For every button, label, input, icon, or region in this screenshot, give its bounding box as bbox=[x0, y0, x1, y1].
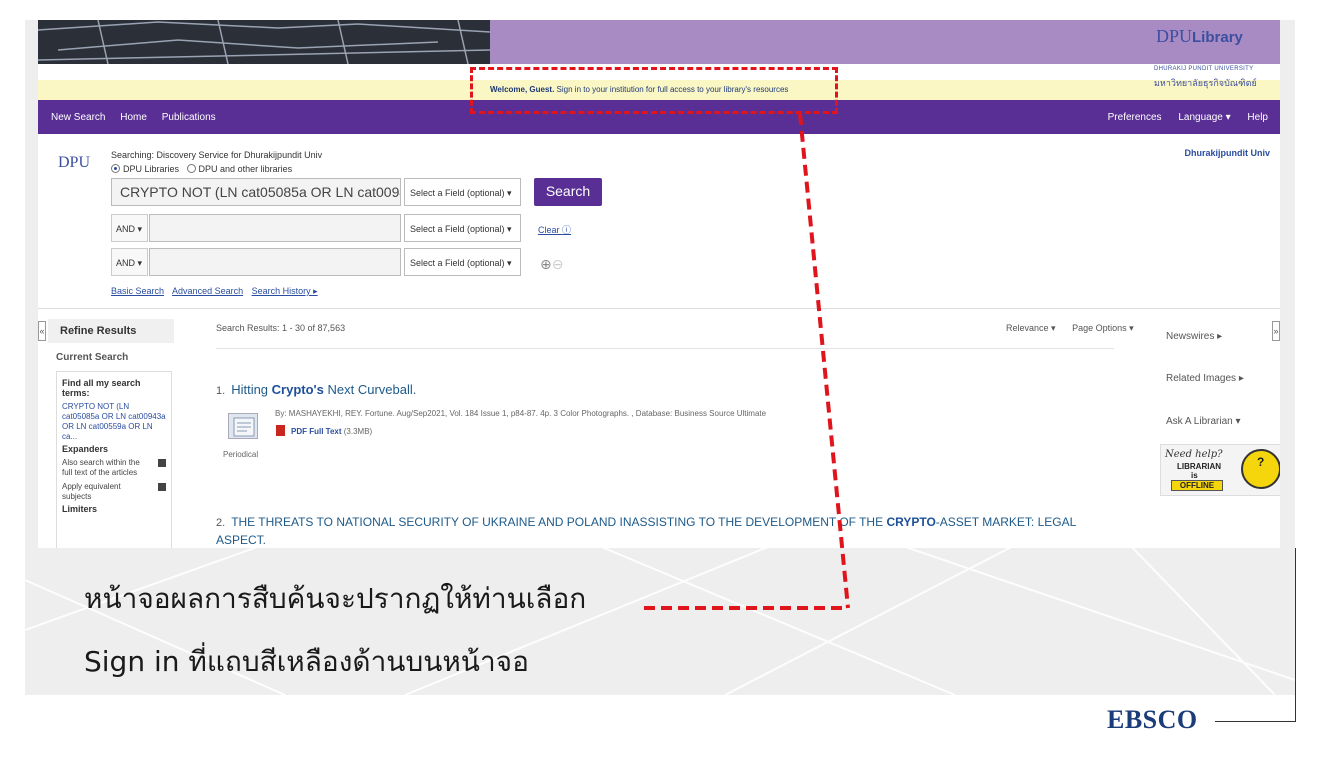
ebsco-divider-vertical bbox=[1295, 548, 1296, 722]
ebsco-logo: EBSCO bbox=[1107, 705, 1198, 734]
ebsco-divider bbox=[1215, 721, 1295, 722]
caption-line-1: หน้าจอผลการสืบค้นจะปรากฏให้ท่านเลือก bbox=[84, 582, 587, 615]
caption-line-2: Sign in ที่แถบสีเหลืองด้านบนหน้าจอ bbox=[84, 645, 529, 678]
